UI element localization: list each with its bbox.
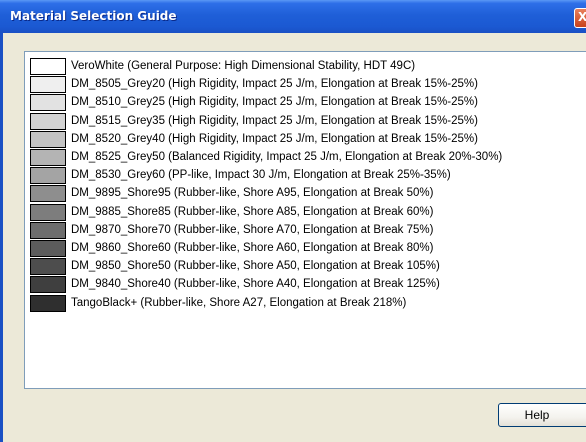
material-label: TangoBlack+ (Rubber-like, Shore A27, Elo…	[71, 296, 407, 309]
material-label: DM_8505_Grey20 (High Rigidity, Impact 25…	[71, 78, 478, 91]
material-label: DM_8530_Grey60 (PP-like, Impact 30 J/m, …	[71, 169, 451, 182]
material-label: DM_9870_Shore70 (Rubber-like, Shore A70,…	[71, 223, 434, 236]
material-label: DM_9850_Shore50 (Rubber-like, Shore A50,…	[71, 260, 440, 273]
material-color-swatch	[30, 58, 66, 75]
material-label: DM_9840_Shore40 (Rubber-like, Shore A40,…	[71, 278, 440, 291]
material-color-swatch	[30, 167, 66, 185]
material-color-swatch	[30, 185, 66, 203]
material-color-swatch	[30, 76, 66, 94]
close-icon[interactable]: X	[574, 8, 586, 28]
material-label: VeroWhite (General Purpose: High Dimensi…	[71, 60, 416, 72]
material-color-swatch	[30, 221, 66, 239]
material-label: DM_8520_Grey40 (High Rigidity, Impact 25…	[71, 132, 478, 145]
material-color-swatch	[30, 240, 66, 257]
help-button[interactable]: Help	[498, 403, 586, 427]
window-title: Material Selection Guide	[10, 9, 177, 23]
material-list[interactable]: VeroWhite (General Purpose: High Dimensi…	[24, 51, 586, 389]
material-label: DM_9885_Shore85 (Rubber-like, Shore A85,…	[71, 205, 434, 218]
material-color-swatch	[30, 294, 66, 312]
material-label: DM_9860_Shore60 (Rubber-like, Shore A60,…	[71, 242, 434, 254]
material-color-swatch	[30, 130, 66, 148]
material-color-swatch	[30, 94, 66, 112]
material-color-swatch	[30, 276, 66, 294]
material-label: DM_8515_Grey35 (High Rigidity, Impact 25…	[71, 114, 478, 127]
material-color-swatch	[30, 149, 66, 166]
material-label: DM_9895_Shore95 (Rubber-like, Shore A95,…	[71, 187, 434, 200]
material-selection-guide-window: Material Selection Guide X VeroWhite (Ge…	[0, 0, 586, 442]
material-label: DM_8510_Grey25 (High Rigidity, Impact 25…	[71, 96, 478, 109]
material-color-swatch	[30, 258, 66, 276]
material-color-swatch	[30, 203, 66, 221]
material-color-swatch	[30, 112, 66, 130]
title-bar[interactable]: Material Selection Guide X	[0, 0, 586, 33]
material-label: DM_8525_Grey50 (Balanced Rigidity, Impac…	[71, 151, 503, 163]
